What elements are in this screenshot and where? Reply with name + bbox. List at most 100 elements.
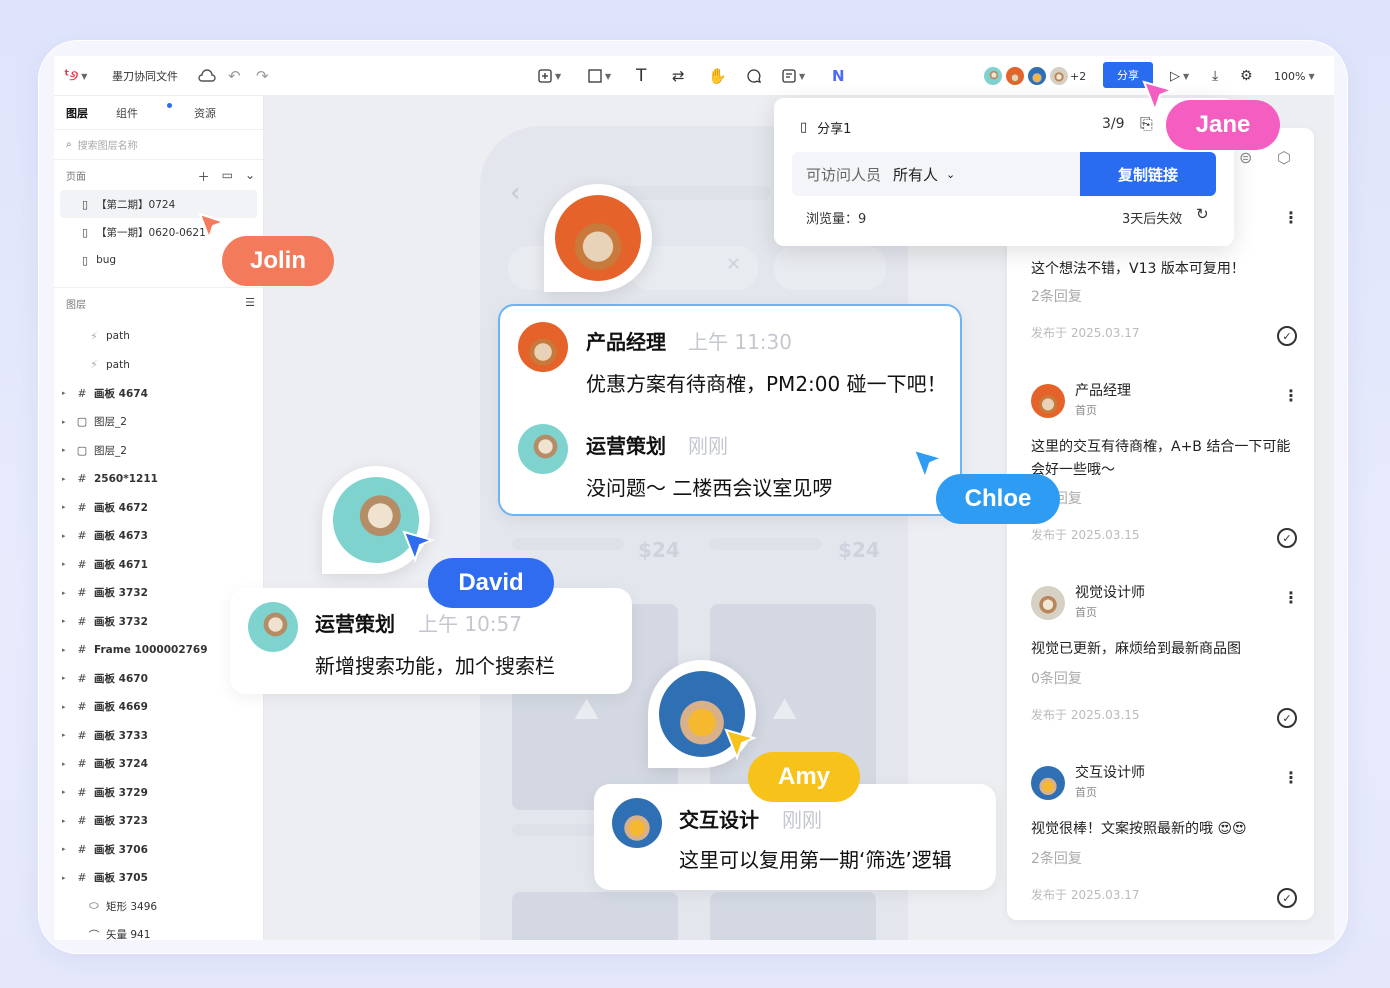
tab-layers[interactable]: 图层 — [66, 105, 88, 121]
expiry-text: 3天后失效 — [1122, 212, 1183, 227]
expand-arrow-icon[interactable]: ▸ — [62, 560, 74, 568]
layer-item[interactable]: ▸ # 画板 3729 — [54, 778, 263, 807]
tab-assets[interactable]: 资源 — [194, 105, 216, 121]
expand-arrow-icon[interactable]: ▸ — [62, 874, 74, 882]
layer-item[interactable]: ▸ # 画板 4674 — [54, 379, 263, 408]
file-title[interactable]: 墨刀协同文件 — [112, 56, 178, 96]
expand-arrow-icon[interactable]: ▸ — [62, 446, 74, 454]
layer-item[interactable]: ▸ # 画板 3733 — [54, 721, 263, 750]
access-value: 所有人 — [893, 165, 939, 184]
more-options-icon[interactable]: ⋮ — [1283, 588, 1299, 607]
hand-tool-icon[interactable]: ✋ — [708, 56, 727, 96]
cloud-sync-icon[interactable] — [198, 56, 216, 96]
expand-arrow-icon[interactable]: ▸ — [62, 703, 74, 711]
chat-bubble-david: 运营策划 上午 10:57 新增搜索功能，加个搜索栏 — [230, 588, 632, 694]
layer-item[interactable]: ▸ # 画板 3706 — [54, 835, 263, 864]
text-tool-icon[interactable]: T — [636, 56, 646, 96]
connector-tool-icon[interactable]: ⇄ — [672, 56, 685, 96]
expand-arrow-icon[interactable]: ▸ — [62, 503, 74, 511]
layer-item[interactable]: ▸ ▢ 图层_2 — [54, 436, 263, 465]
more-options-icon[interactable]: ⋮ — [1283, 386, 1299, 405]
refresh-icon[interactable]: ↻ — [1196, 205, 1209, 223]
layer-item[interactable]: ▸ # 画板 4673 — [54, 522, 263, 551]
chevron-down-icon[interactable]: ⌄ — [245, 168, 255, 185]
page-count: 3/9 — [1102, 116, 1125, 132]
ai-tool-icon[interactable]: N — [832, 56, 845, 96]
avatar — [1048, 65, 1070, 87]
expand-arrow-icon[interactable]: ▸ — [62, 389, 74, 397]
layer-item[interactable]: ⚡ path — [54, 351, 263, 380]
rectangle-tool[interactable]: ▼ — [588, 56, 611, 96]
resolve-check-icon[interactable]: ✓ — [1277, 708, 1297, 728]
layer-item[interactable]: ▸ # 画板 4672 — [54, 493, 263, 522]
cursor-tag-chloe: Chloe — [936, 474, 1060, 524]
layer-label: 画板 4673 — [94, 530, 148, 543]
layer-search-input[interactable]: ⌕ 搜索图层名称 — [54, 130, 263, 160]
chat-bubble-main: 产品经理 上午 11:30 优惠方案有待商榷，PM2:00 碰一下吧！ 运营策划… — [498, 304, 962, 516]
add-page-icon[interactable]: ＋ — [198, 168, 210, 185]
reply-count[interactable]: 2条回复 — [1031, 286, 1082, 306]
resolve-check-icon[interactable]: ✓ — [1277, 528, 1297, 548]
resolve-check-icon[interactable]: ✓ — [1277, 326, 1297, 346]
page-icon: ▯ — [82, 197, 89, 211]
resolve-check-icon[interactable]: ✓ — [1277, 888, 1297, 908]
layer-item[interactable]: ▸ # 画板 3705 — [54, 864, 263, 893]
page-icon: ▯ — [800, 120, 808, 135]
expand-arrow-icon[interactable]: ▸ — [62, 646, 74, 654]
page-icon: ▯ — [82, 225, 89, 239]
group-icon: ▢ — [76, 443, 88, 457]
expand-arrow-icon[interactable]: ▸ — [62, 475, 74, 483]
expand-arrow-icon[interactable]: ▸ — [62, 788, 74, 796]
tab-components[interactable]: 组件 — [116, 102, 172, 121]
layer-item[interactable]: ⚡ path — [54, 322, 263, 351]
group-icon: ▢ — [76, 415, 88, 429]
frame-icon: # — [77, 529, 87, 543]
copy-link-button[interactable]: 复制链接 — [1080, 152, 1216, 196]
expand-arrow-icon[interactable]: ▸ — [62, 418, 74, 426]
expand-arrow-icon[interactable]: ▸ — [62, 617, 74, 625]
layer-item[interactable]: ⌒ 矢量 941 — [54, 921, 263, 940]
layer-item[interactable]: ▸ #2560*1211 — [54, 465, 263, 494]
expand-arrow-icon[interactable]: ▸ — [62, 674, 74, 682]
comment-pin[interactable] — [544, 184, 652, 292]
expand-arrow-icon[interactable]: ▸ — [62, 532, 74, 540]
folder-icon[interactable]: ▭ — [222, 168, 233, 185]
zoom-select[interactable]: 100% ▼ — [1274, 56, 1315, 96]
filter-icon[interactable]: ⊜ — [1239, 148, 1252, 167]
layer-filter-icon[interactable]: ☰ — [245, 296, 255, 309]
frame-icon: # — [77, 643, 87, 657]
settings-icon[interactable]: ⬡ — [1277, 148, 1291, 167]
layer-item[interactable]: ▸ # 画板 3724 — [54, 750, 263, 779]
layer-item[interactable]: ▸ ▢ 图层_2 — [54, 408, 263, 437]
page-settings-icon[interactable]: ⎘ — [1140, 114, 1153, 134]
settings-sliders-icon[interactable]: ⚙ — [1240, 56, 1253, 96]
chat-message: 优惠方案有待商榷，PM2:00 碰一下吧！ — [586, 372, 947, 396]
reply-count[interactable]: 2条回复 — [1031, 848, 1082, 868]
reply-count[interactable]: 0条回复 — [1031, 668, 1082, 688]
expand-arrow-icon[interactable]: ▸ — [62, 817, 74, 825]
cursor-arrow-icon — [198, 212, 228, 241]
layer-label: 矢量 941 — [106, 929, 151, 940]
frame-icon: # — [77, 700, 87, 714]
layer-item[interactable]: ▸ # 画板 4671 — [54, 550, 263, 579]
app-menu[interactable]: ᵗ୬ ▼ — [64, 56, 87, 96]
note-tool[interactable]: ▼ — [782, 56, 805, 96]
undo-icon[interactable]: ↶ — [228, 56, 241, 96]
expand-arrow-icon[interactable]: ▸ — [62, 589, 74, 597]
access-select[interactable]: 可访问人员 所有人 ⌄ — [792, 152, 1082, 196]
avatar — [612, 798, 662, 848]
cursor-tag-jane: Jane — [1166, 100, 1280, 150]
more-options-icon[interactable]: ⋮ — [1283, 768, 1299, 787]
insert-tool[interactable]: ▼ — [538, 56, 561, 96]
share-popover: ▯ 分享1 3/9 ⎘ 可访问人员 所有人 ⌄ 复制链接 浏览量：9 3天后失效 … — [774, 98, 1234, 246]
download-icon[interactable]: ⤓ — [1212, 56, 1218, 96]
comment-tool-icon[interactable] — [746, 56, 762, 96]
expand-arrow-icon[interactable]: ▸ — [62, 845, 74, 853]
expand-arrow-icon[interactable]: ▸ — [62, 731, 74, 739]
layer-item[interactable]: ▸ # 画板 3723 — [54, 807, 263, 836]
layer-item[interactable]: ⬭ 矩形 3496 — [54, 892, 263, 921]
redo-icon[interactable]: ↷ — [256, 56, 269, 96]
expand-arrow-icon[interactable]: ▸ — [62, 760, 74, 768]
more-options-icon[interactable]: ⋮ — [1283, 208, 1299, 227]
layer-item[interactable]: ▸ # 画板 4669 — [54, 693, 263, 722]
